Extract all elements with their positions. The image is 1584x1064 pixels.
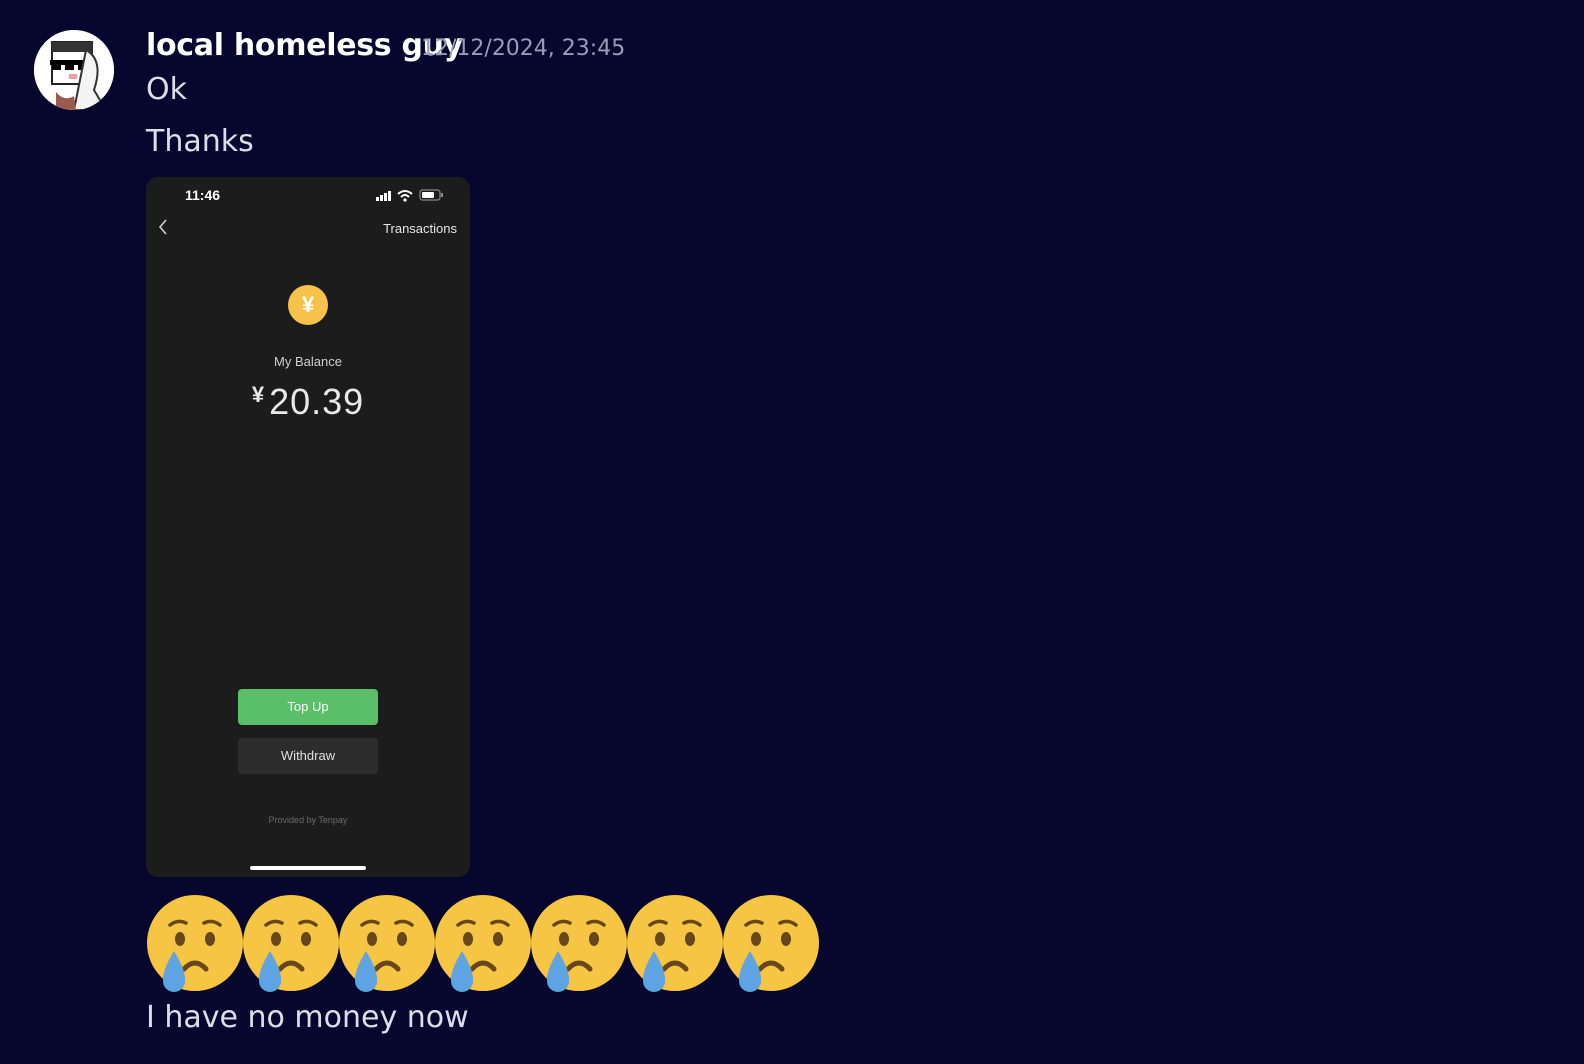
- message-text: I have no money now: [146, 1000, 469, 1035]
- top-up-button[interactable]: Top Up: [238, 689, 378, 725]
- crying-face-emoji: [242, 895, 340, 995]
- crying-face-emoji: [722, 895, 820, 995]
- phone-status-time: 11:46: [185, 187, 221, 203]
- balance-label: My Balance: [274, 354, 342, 369]
- message-timestamp: 12/12/2024, 23:45: [421, 36, 626, 61]
- provider-footer: Provided by Tenpay: [268, 815, 348, 825]
- image-attachment[interactable]: 11:46 Transactions ¥ My Balance ¥20.39 T…: [146, 177, 470, 877]
- status-icons: [376, 189, 443, 202]
- back-chevron-icon[interactable]: [156, 217, 170, 237]
- transactions-link[interactable]: Transactions: [383, 221, 457, 236]
- avatar-image: [34, 30, 114, 110]
- currency-symbol: ¥: [251, 382, 265, 407]
- balance-value: 20.39: [269, 381, 365, 422]
- yuan-coin-icon: ¥: [288, 285, 328, 325]
- chat-view: local homeless guy 12/12/2024, 23:45 Ok …: [0, 0, 1584, 1064]
- message-author[interactable]: local homeless guy: [146, 28, 463, 63]
- crying-face-emoji: [338, 895, 436, 995]
- withdraw-button[interactable]: Withdraw: [238, 738, 378, 774]
- crying-face-emoji: [626, 895, 724, 995]
- crying-face-emoji: [146, 895, 244, 995]
- message-text: Thanks: [146, 124, 254, 159]
- balance-amount: ¥20.39: [146, 381, 470, 423]
- user-avatar[interactable]: [34, 30, 114, 110]
- home-indicator: [250, 866, 366, 870]
- message-text: Ok: [146, 72, 187, 107]
- crying-face-emoji: [530, 895, 628, 995]
- crying-face-emoji: [434, 895, 532, 995]
